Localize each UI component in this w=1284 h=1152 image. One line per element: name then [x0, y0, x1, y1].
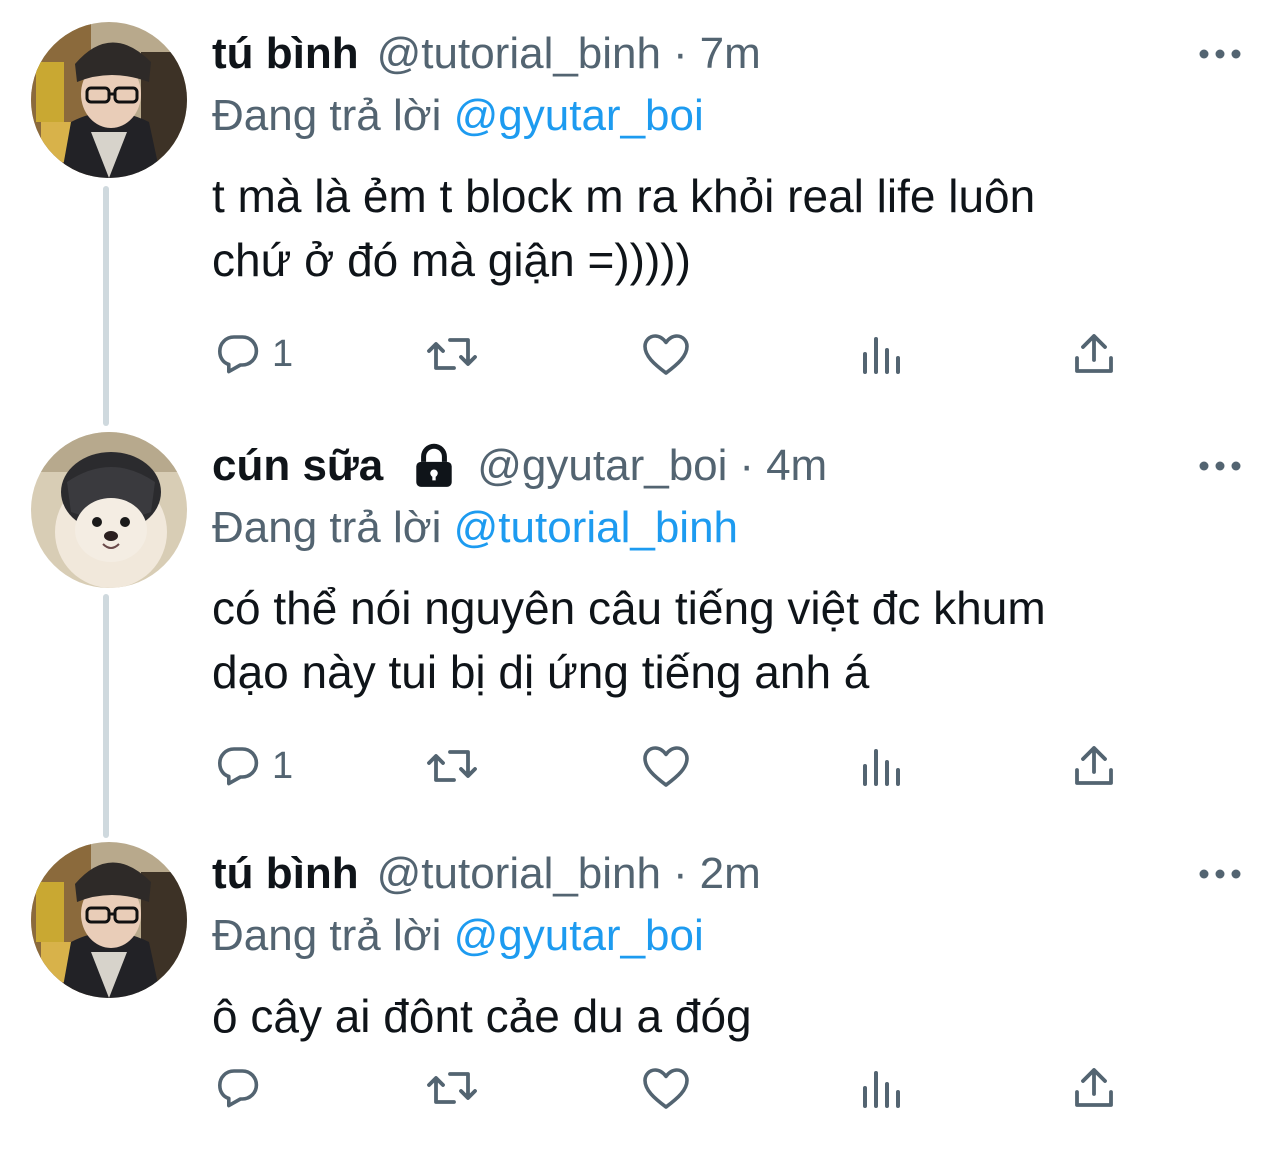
share-button[interactable]	[1070, 740, 1118, 792]
reply-count: 1	[272, 333, 294, 375]
timestamp[interactable]: 7m	[700, 26, 761, 82]
replying-to-label: Đang trả lời	[212, 91, 442, 140]
replying-to-handle[interactable]: @gyutar_boi	[454, 91, 704, 140]
retweet-icon	[424, 1064, 480, 1112]
like-button[interactable]	[640, 328, 702, 380]
analytics-button[interactable]	[858, 328, 906, 380]
like-button[interactable]	[640, 1062, 702, 1114]
display-name[interactable]: tú bình	[212, 846, 359, 902]
replying-to-label: Đang trả lời	[212, 911, 442, 960]
share-icon	[1070, 330, 1118, 378]
user-handle[interactable]: @tutorial_binh	[377, 26, 661, 82]
reply-icon	[214, 1064, 262, 1112]
tweet-header: tú bình @tutorial_binh · 2m	[212, 846, 761, 902]
user-handle[interactable]: @tutorial_binh	[377, 846, 661, 902]
more-icon[interactable]	[1196, 42, 1244, 66]
display-name[interactable]: cún sữa	[212, 438, 383, 494]
timestamp[interactable]: 4m	[766, 438, 827, 494]
avatar[interactable]	[31, 432, 187, 588]
lock-icon	[409, 441, 459, 491]
reply-count: 1	[272, 745, 294, 787]
tweet-text: ô cây ai đônt cảe du a đóg	[212, 990, 752, 1042]
tweet-header: tú bình @tutorial_binh · 7m	[212, 26, 761, 82]
timestamp[interactable]: 2m	[700, 846, 761, 902]
reply-button[interactable]	[214, 1062, 272, 1114]
separator-dot: ·	[739, 441, 755, 490]
retweet-icon	[424, 330, 480, 378]
share-icon	[1070, 742, 1118, 790]
like-icon	[640, 742, 692, 790]
analytics-button[interactable]	[858, 1062, 906, 1114]
retweet-button[interactable]	[424, 1062, 490, 1114]
replying-to-label: Đang trả lời	[212, 503, 442, 552]
tweet-actions	[212, 1062, 1212, 1114]
tweet-header: cún sữa @gyutar_boi · 4m	[212, 438, 827, 494]
reply-button[interactable]: 1	[214, 740, 293, 792]
like-button[interactable]	[640, 740, 702, 792]
replying-to: Đang trả lời @gyutar_boi	[212, 88, 704, 144]
tweet[interactable]: cún sữa @gyutar_boi · 4m Đang trả lời @t…	[0, 412, 1284, 824]
share-button[interactable]	[1070, 1062, 1118, 1114]
share-icon	[1070, 1064, 1118, 1112]
tweet[interactable]: tú bình @tutorial_binh · 2m Đang trả lời…	[0, 820, 1284, 1152]
avatar[interactable]	[31, 842, 187, 998]
like-icon	[640, 330, 692, 378]
separator-dot: ·	[673, 849, 688, 898]
reply-icon	[214, 742, 262, 790]
share-button[interactable]	[1070, 328, 1118, 380]
tweet-text: có thể nói nguyên câu tiếng việt đc khum…	[212, 582, 1046, 698]
more-icon[interactable]	[1196, 862, 1244, 886]
more-icon[interactable]	[1196, 454, 1244, 478]
like-icon	[640, 1064, 692, 1112]
analytics-icon	[858, 742, 906, 790]
tweet-actions: 1	[212, 740, 1212, 792]
replying-to: Đang trả lời @tutorial_binh	[212, 500, 738, 556]
avatar[interactable]	[31, 22, 187, 178]
analytics-button[interactable]	[858, 740, 906, 792]
analytics-icon	[858, 1064, 906, 1112]
tweet-actions: 1	[212, 328, 1212, 380]
tweet[interactable]: tú bình @tutorial_binh · 7m Đang trả lời…	[0, 0, 1284, 412]
retweet-button[interactable]	[424, 740, 490, 792]
tweet-text: t mà là ẻm t block m ra khỏi real life l…	[212, 170, 1036, 286]
separator-dot: ·	[673, 29, 688, 78]
retweet-icon	[424, 742, 480, 790]
reply-icon	[214, 330, 262, 378]
replying-to-handle[interactable]: @tutorial_binh	[454, 503, 738, 552]
reply-button[interactable]: 1	[214, 328, 293, 380]
display-name[interactable]: tú bình	[212, 26, 359, 82]
retweet-button[interactable]	[424, 328, 490, 380]
replying-to-handle[interactable]: @gyutar_boi	[454, 911, 704, 960]
analytics-icon	[858, 330, 906, 378]
replying-to: Đang trả lời @gyutar_boi	[212, 908, 704, 964]
user-handle[interactable]: @gyutar_boi	[477, 438, 727, 494]
